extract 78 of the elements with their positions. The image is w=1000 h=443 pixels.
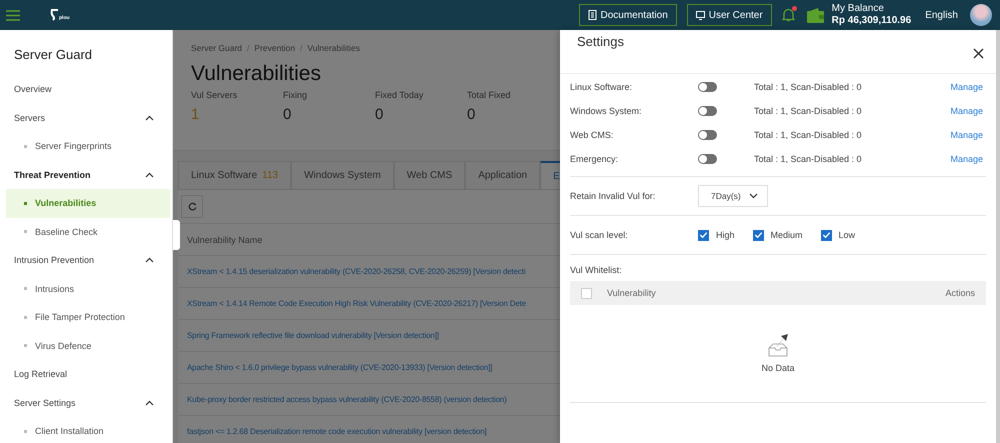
field-label: Web CMS: bbox=[570, 130, 614, 140]
nav-item[interactable]: Vulnerabilities bbox=[6, 189, 170, 218]
nav-item[interactable]: Client Installation bbox=[6, 417, 170, 443]
bell-icon[interactable] bbox=[782, 8, 795, 22]
close-icon[interactable] bbox=[973, 48, 984, 59]
checkbox[interactable] bbox=[752, 230, 764, 240]
stat-value: 1 bbox=[191, 106, 200, 123]
nav-group[interactable]: Threat Prevention bbox=[0, 160, 172, 189]
field-label: Emergency: bbox=[570, 154, 620, 164]
collapse-handle[interactable] bbox=[173, 220, 180, 250]
checkbox-label[interactable]: High bbox=[716, 230, 735, 240]
document-icon bbox=[588, 10, 596, 20]
stat-value: 0 bbox=[283, 106, 292, 123]
select-all-checkbox[interactable] bbox=[581, 288, 592, 298]
nav-item[interactable]: Intrusions bbox=[6, 274, 170, 303]
checkbox[interactable] bbox=[698, 230, 709, 240]
header-button[interactable]: Documentation bbox=[578, 4, 677, 26]
scan-summary: Total : 1, Scan-Disabled : 0 bbox=[754, 82, 863, 92]
nav-group[interactable]: Servers bbox=[0, 104, 172, 132]
nav-item[interactable]: Baseline Check bbox=[6, 218, 170, 246]
drawer-title: Settings bbox=[577, 34, 624, 49]
toggle-switch[interactable] bbox=[698, 82, 717, 92]
page-title: Vulnerabilities bbox=[191, 62, 322, 86]
empty-inbox-icon bbox=[767, 334, 789, 358]
field-label: Linux Software: bbox=[570, 82, 634, 92]
manage-link[interactable]: Manage bbox=[950, 130, 986, 140]
toggle-switch[interactable] bbox=[698, 130, 717, 140]
stat-label: Fixed Today bbox=[375, 90, 424, 100]
column-header: Vulnerability bbox=[607, 288, 656, 298]
stat-label: Fixing bbox=[283, 90, 308, 100]
scan-summary: Total : 1, Scan-Disabled : 0 bbox=[754, 154, 863, 164]
toggle-switch[interactable] bbox=[698, 106, 717, 116]
nav-item[interactable]: Virus Defence bbox=[6, 332, 170, 360]
manage-link[interactable]: Manage bbox=[950, 82, 986, 92]
toggle-switch[interactable] bbox=[698, 154, 717, 164]
chevron-icon bbox=[145, 114, 154, 121]
stat-label: Total Fixed bbox=[467, 90, 512, 100]
chevron-icon bbox=[145, 257, 154, 264]
stat-value: 0 bbox=[375, 106, 384, 123]
chevron-icon bbox=[749, 193, 758, 199]
nav-group[interactable]: Server Settings bbox=[0, 388, 172, 417]
scan-summary: Total : 1, Scan-Disabled : 0 bbox=[754, 106, 863, 116]
nav-item[interactable]: Log Retrieval bbox=[0, 360, 172, 388]
empty-message: No Data bbox=[761, 363, 795, 373]
scan-summary: Total : 1, Scan-Disabled : 0 bbox=[754, 130, 863, 140]
checkbox-label[interactable]: Medium bbox=[770, 230, 803, 240]
chevron-icon bbox=[145, 400, 154, 406]
manage-link[interactable]: Manage bbox=[950, 106, 986, 116]
wallet-icon[interactable] bbox=[806, 8, 824, 22]
language-selector[interactable]: English bbox=[925, 10, 958, 20]
stat-label: Vul Servers bbox=[191, 90, 238, 100]
field-label: Vul Whitelist: bbox=[570, 264, 623, 277]
menu-icon[interactable] bbox=[6, 10, 20, 20]
header-button[interactable]: User Center bbox=[686, 4, 772, 26]
monitor-icon bbox=[696, 10, 705, 20]
checkbox[interactable] bbox=[820, 230, 832, 240]
field-label: Retain Invalid Vul for: bbox=[570, 191, 656, 201]
breadcrumb-separator: / bbox=[247, 43, 250, 53]
nav-item[interactable]: Overview bbox=[0, 75, 172, 104]
column-header: Actions bbox=[945, 288, 975, 298]
refresh-icon bbox=[188, 202, 196, 211]
nav-item[interactable]: File Tamper Protection bbox=[6, 303, 170, 332]
checkbox-label[interactable]: Low bbox=[838, 230, 856, 240]
balance-label: My Balance bbox=[832, 3, 885, 15]
avatar[interactable] bbox=[970, 4, 992, 26]
nav-group[interactable]: Intrusion Prevention bbox=[0, 246, 172, 274]
retention-dropdown[interactable]: 7Day(s) bbox=[698, 185, 768, 207]
field-label: Vul scan level: bbox=[570, 230, 629, 240]
refresh-button[interactable] bbox=[181, 195, 203, 218]
chevron-icon bbox=[145, 172, 154, 178]
nav-item[interactable]: Server Fingerprints bbox=[6, 132, 170, 160]
breadcrumb-separator: / bbox=[300, 43, 302, 53]
sidebar-title: Server Guard bbox=[13, 46, 94, 64]
stat-value: 0 bbox=[467, 106, 476, 123]
balance-amount: Rp 46,309,110.96 bbox=[832, 15, 912, 27]
logo-icon bbox=[50, 9, 59, 21]
manage-link[interactable]: Manage bbox=[950, 154, 986, 164]
field-label: Windows System: bbox=[570, 106, 643, 116]
